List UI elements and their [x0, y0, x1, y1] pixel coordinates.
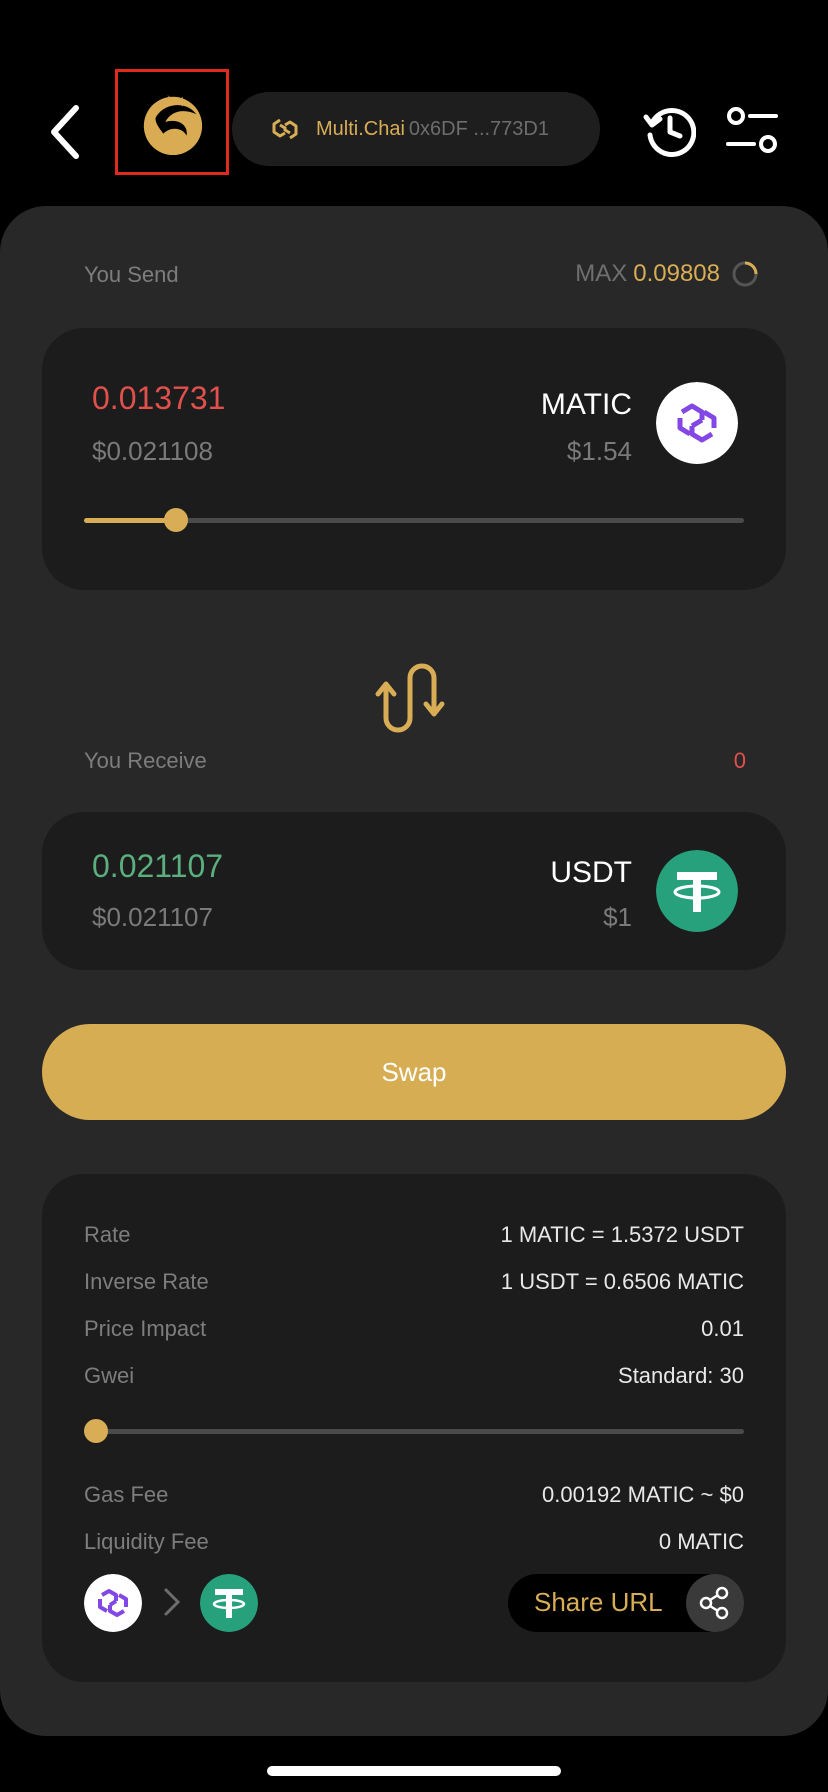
home-indicator[interactable] — [267, 1766, 561, 1776]
route-matic-icon — [84, 1574, 142, 1632]
max-label: MAX — [575, 260, 628, 287]
refresh-spinner-icon — [732, 261, 758, 287]
share-url-button[interactable]: Share URL — [508, 1574, 744, 1632]
liquidity-fee-row: Liquidity Fee 0 MATIC — [84, 1529, 744, 1559]
chain-name: Multi.Chai — [316, 117, 405, 140]
swap-details-card: Rate 1 MATIC = 1.5372 USDT Inverse Rate … — [42, 1174, 786, 1682]
gwei-label: Gwei — [84, 1363, 135, 1388]
swap-direction-icon[interactable] — [374, 660, 448, 736]
max-balance[interactable]: MAX 0.09808 — [575, 260, 758, 288]
you-receive-label: You Receive — [84, 748, 207, 773]
send-fiat-value: $0.021108 — [92, 436, 213, 466]
back-chevron-icon[interactable] — [46, 104, 86, 160]
inverse-rate-label: Inverse Rate — [84, 1269, 209, 1294]
receive-balance: 0 — [733, 748, 746, 773]
receive-token-price: $1 — [603, 902, 632, 932]
liquidity-fee-label: Liquidity Fee — [84, 1529, 209, 1554]
rate-value: 1 MATIC = 1.5372 USDT — [500, 1222, 744, 1247]
send-token-price: $1.54 — [566, 436, 632, 466]
receive-amount: 0.021107 — [92, 848, 224, 884]
swap-panel: You Send MAX 0.09808 0.013731 $0.021108 … — [0, 206, 828, 1736]
route-chevron-icon — [164, 1588, 181, 1616]
liquidity-fee-value: 0 MATIC — [658, 1529, 744, 1554]
inverse-rate-row: Inverse Rate 1 USDT = 0.6506 MATIC — [84, 1269, 744, 1299]
inverse-rate-value: 1 USDT = 0.6506 MATIC — [500, 1269, 744, 1294]
swap-button[interactable]: Swap — [42, 1024, 786, 1120]
share-icon-circle — [686, 1574, 744, 1632]
gwei-slider[interactable] — [84, 1419, 744, 1443]
receive-token-symbol: USDT — [550, 856, 632, 889]
gwei-value: Standard: 30 — [618, 1363, 744, 1388]
receive-fiat-value: $0.021107 — [92, 902, 213, 932]
gas-fee-value: 0.00192 MATIC ~ $0 — [542, 1482, 744, 1507]
rate-row: Rate 1 MATIC = 1.5372 USDT — [84, 1222, 744, 1252]
gwei-slider-knob[interactable] — [84, 1419, 108, 1443]
send-amount[interactable]: 0.013731 — [92, 380, 225, 417]
settings-sliders-icon[interactable] — [726, 106, 778, 156]
price-impact-row: Price Impact 0.01 — [84, 1316, 744, 1346]
route-usdt-icon — [200, 1574, 258, 1632]
rate-label: Rate — [84, 1222, 131, 1247]
chain-selector[interactable]: Multi.Chai 0x6DF ...773D1 — [232, 92, 600, 166]
gas-fee-row: Gas Fee 0.00192 MATIC ~ $0 — [84, 1482, 744, 1512]
wallet-address: 0x6DF ...773D1 — [408, 117, 549, 140]
matic-token-icon[interactable] — [656, 382, 738, 464]
receive-card: 0.021107 $0.021107 USDT $1 — [42, 812, 786, 970]
price-impact-label: Price Impact — [84, 1316, 207, 1341]
share-url-label: Share URL — [534, 1587, 663, 1617]
gas-fee-label: Gas Fee — [84, 1482, 169, 1507]
gwei-row: Gwei Standard: 30 — [84, 1363, 744, 1393]
usdt-token-icon[interactable] — [656, 850, 738, 932]
price-impact-value: 0.01 — [701, 1316, 744, 1341]
send-slider-knob[interactable] — [164, 508, 189, 532]
logo-highlight-box — [115, 69, 229, 175]
dragon-logo-icon[interactable] — [138, 88, 206, 158]
send-slider-fill — [84, 518, 177, 523]
history-icon[interactable] — [642, 103, 696, 157]
send-card: 0.013731 $0.021108 MATIC $1.54 — [42, 328, 786, 590]
send-token-symbol: MATIC — [540, 388, 632, 421]
chain-link-icon — [272, 118, 298, 140]
you-send-label: You Send — [84, 262, 179, 287]
top-bar: Multi.Chai 0x6DF ...773D1 — [0, 0, 828, 200]
max-value: 0.09808 — [633, 260, 720, 287]
send-amount-slider[interactable] — [84, 508, 744, 532]
share-icon — [699, 1586, 729, 1620]
